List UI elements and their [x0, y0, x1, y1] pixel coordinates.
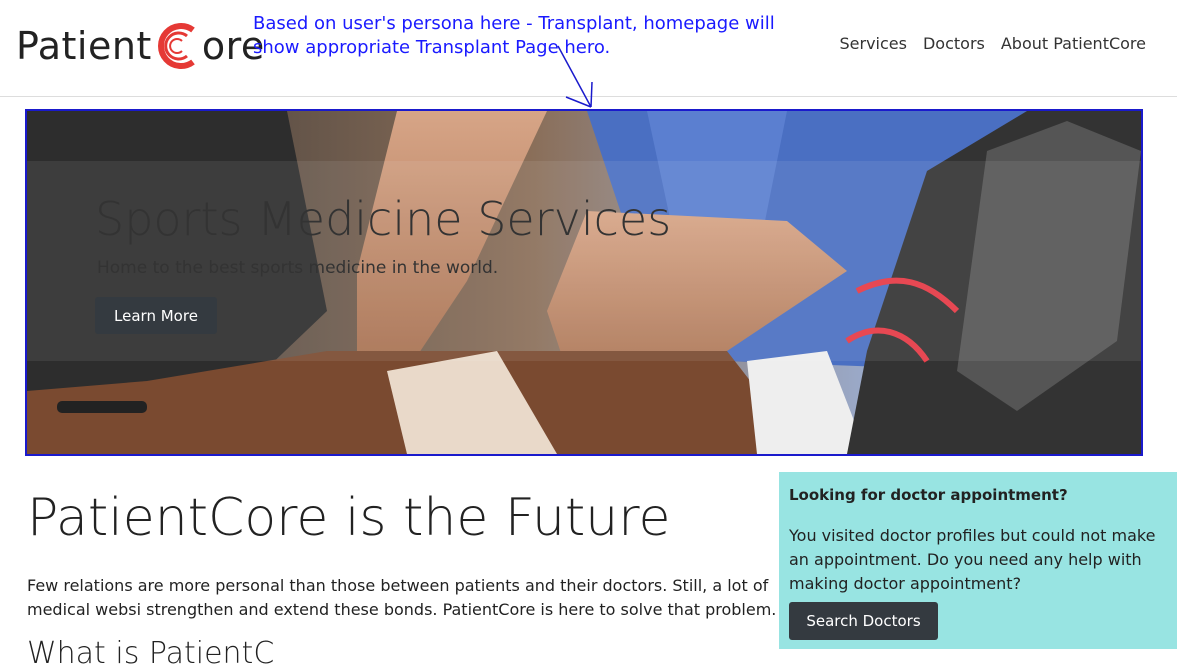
hero-photo-image — [27, 111, 1141, 454]
section-heading: What is PatientC — [27, 636, 275, 671]
hero-banner: Sports Medicine Services Home to the bes… — [25, 109, 1143, 456]
patientcore-logo[interactable]: Patient ore — [16, 20, 265, 72]
hero-subtitle: Home to the best sports medicine in the … — [97, 258, 499, 278]
appointment-help-popup: Looking for doctor appointment? You visi… — [779, 472, 1177, 649]
hero-title: Sports Medicine Services — [95, 192, 672, 246]
logo-text-patient: Patient — [16, 24, 152, 68]
page-title: PatientCore is the Future — [27, 488, 671, 548]
nav-about[interactable]: About PatientCore — [1001, 34, 1146, 53]
search-doctors-button[interactable]: Search Doctors — [789, 602, 938, 640]
learn-more-button[interactable]: Learn More — [95, 297, 217, 334]
persona-annotation: Based on user's persona here - Transplan… — [253, 13, 775, 58]
nav-services[interactable]: Services — [840, 34, 907, 53]
popup-title: Looking for doctor appointment? — [789, 486, 1068, 504]
nav-doctors[interactable]: Doctors — [923, 34, 985, 53]
site-header: Patient ore Based on user's persona here… — [0, 0, 1177, 97]
intro-paragraph: Few relations are more personal than tho… — [27, 576, 777, 619]
main-nav: Services Doctors About PatientCore — [840, 34, 1147, 53]
popup-text: You visited doctor profiles but could no… — [789, 526, 1156, 593]
logo-c-icon — [157, 23, 195, 69]
